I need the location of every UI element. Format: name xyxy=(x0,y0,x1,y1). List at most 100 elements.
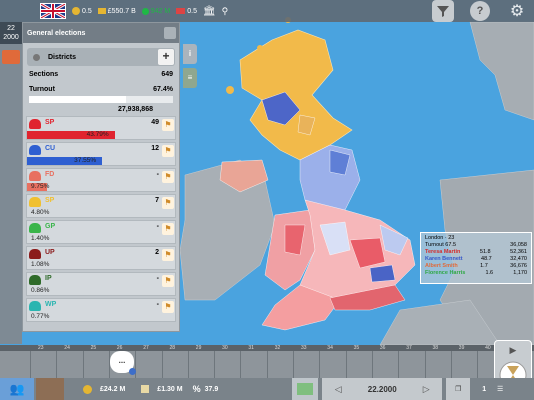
network-icon[interactable]: ⚲ xyxy=(222,6,229,17)
timeline-tick: 28 xyxy=(169,345,176,351)
panel-header: General elections xyxy=(23,23,179,43)
timeline-tick: 27 xyxy=(143,345,149,351)
party-seats: 2 xyxy=(155,249,159,256)
timeline-tick: 30 xyxy=(222,345,228,351)
party-percent: 1.40% xyxy=(31,235,50,242)
timeline-tick: 39 xyxy=(458,345,465,351)
play-icon[interactable]: ▶ xyxy=(495,345,531,356)
timeline-notch xyxy=(240,351,242,378)
party-percent: 0.77% xyxy=(31,313,50,320)
tooltip-candidate-row: Albert Smith 1.7 36,676 xyxy=(425,263,527,270)
timeline-notch xyxy=(398,351,400,378)
timeline-notch xyxy=(450,351,452,378)
income-value: £1.30 M xyxy=(157,385,183,393)
party-name: FD xyxy=(45,171,55,178)
avatar[interactable] xyxy=(36,378,64,400)
party-icon xyxy=(29,275,41,285)
party-name: IP xyxy=(45,275,52,282)
candidate-name: Albert Smith xyxy=(425,263,458,269)
tooltip-rows: Teresa Martin 51.8 52,361 Karen Bennett … xyxy=(425,249,527,277)
party-action-icon[interactable]: ⚑ xyxy=(162,145,174,157)
region-tooltip: London · 23 Turnout 67.5 36,058 Teresa M… xyxy=(420,232,532,284)
party-name: GP xyxy=(45,223,56,230)
party-icon xyxy=(29,119,41,129)
party-action-icon[interactable]: ⚑ xyxy=(162,275,174,287)
party-row[interactable]: FD - 9.75% ⚑ xyxy=(26,168,176,192)
party-row[interactable]: WP - 0.77% ⚑ xyxy=(26,298,176,322)
party-name: CU xyxy=(45,145,56,152)
party-icon xyxy=(29,301,41,311)
party-name: SP xyxy=(45,197,55,204)
party-seats: - xyxy=(156,223,159,230)
timeline-notch xyxy=(135,351,137,378)
turnout-bar xyxy=(29,96,173,103)
party-action-icon[interactable]: ⚑ xyxy=(162,249,174,261)
timeline-tick: 38 xyxy=(432,345,439,351)
timeline[interactable]: 23242526272829303132333435363738394041 xyxy=(0,345,534,378)
population-stat: 942 M xyxy=(141,7,170,15)
flag-uk-icon[interactable] xyxy=(40,3,66,19)
coins-stat: 0.5 xyxy=(72,7,92,15)
next-arrow[interactable]: ▷ xyxy=(410,378,443,400)
filter-icon[interactable] xyxy=(432,0,454,22)
timeline-tick: 23 xyxy=(38,345,44,351)
date-day: 22 xyxy=(7,25,15,32)
party-action-icon[interactable]: ⚑ xyxy=(162,119,174,131)
help-icon[interactable]: ? xyxy=(470,1,490,21)
bank-icon[interactable]: 🏛 xyxy=(203,6,216,17)
bottom-bar: 👥 £24.2 M £1.30 M % 37.9 ◁ 22.2000 ▷ ❐ 1… xyxy=(0,378,534,400)
notification-dot xyxy=(129,368,136,375)
candidate-votes: 1,170 xyxy=(513,270,527,276)
party-icon xyxy=(29,249,41,259)
party-percent: 0.86% xyxy=(31,287,50,294)
districts-selector[interactable]: Districts + xyxy=(27,48,175,66)
party-icon xyxy=(29,197,41,207)
toggle-icon[interactable] xyxy=(33,53,40,61)
party-row[interactable]: IP - 0.86% ⚑ xyxy=(26,272,176,296)
tooltip-candidate-row: Karen Bennett 48.7 32,470 xyxy=(425,256,527,263)
map-button[interactable] xyxy=(292,378,319,400)
timeline-tick: 37 xyxy=(406,345,412,351)
party-percent: 37.55% xyxy=(74,157,97,164)
menu-icon[interactable]: ☰ xyxy=(492,378,508,400)
chat-icon[interactable]: ... xyxy=(110,351,136,375)
income-icon xyxy=(137,378,153,400)
party-name: SP xyxy=(45,119,55,126)
timeline-notch xyxy=(214,351,216,378)
calendar-icon[interactable] xyxy=(2,50,20,64)
info-tab[interactable]: i xyxy=(183,44,197,64)
party-row[interactable]: SP 7 4.80% ⚑ xyxy=(26,194,176,218)
timeline-tick: 34 xyxy=(327,345,333,351)
party-action-icon[interactable]: ⚑ xyxy=(162,223,174,235)
industry-stat: 0.5 xyxy=(176,8,197,15)
timeline-notch xyxy=(293,351,294,378)
layers-icon[interactable]: ❐ xyxy=(446,378,471,400)
settings-icon[interactable]: ⚙ xyxy=(506,0,528,22)
party-icon xyxy=(29,171,41,181)
close-icon[interactable] xyxy=(164,27,176,39)
candidate-pct: 1.7 xyxy=(480,263,488,269)
list-tab[interactable]: ≡ xyxy=(183,68,197,88)
timeline-notch xyxy=(345,351,347,378)
party-seats: - xyxy=(156,301,159,308)
party-row[interactable]: SP 49 43.79% ⚑ xyxy=(26,116,176,140)
party-action-icon[interactable]: ⚑ xyxy=(162,197,174,209)
turnout-fill xyxy=(29,96,127,103)
tooltip-header: London · 23 xyxy=(425,235,455,241)
party-percent: 4.80% xyxy=(31,209,50,216)
party-row[interactable]: UP 2 1.08% ⚑ xyxy=(26,246,176,270)
candidate-votes: 32,470 xyxy=(510,256,527,262)
add-button[interactable]: + xyxy=(158,49,174,65)
timeline-tick: 33 xyxy=(301,345,307,351)
timeline-notch xyxy=(371,351,373,378)
party-row[interactable]: CU 12 37.55% ⚑ xyxy=(26,142,176,166)
prev-arrow[interactable]: ◁ xyxy=(322,378,355,400)
timeline-tick: 35 xyxy=(353,345,360,351)
candidate-votes: 36,676 xyxy=(510,263,527,269)
party-action-icon[interactable]: ⚑ xyxy=(162,301,174,313)
party-action-icon[interactable]: ⚑ xyxy=(162,171,174,183)
people-icon[interactable]: 👥 xyxy=(0,378,34,400)
party-row[interactable]: GP - 1.40% ⚑ xyxy=(26,220,176,244)
timeline-notch xyxy=(187,351,189,378)
party-icon xyxy=(29,145,41,155)
